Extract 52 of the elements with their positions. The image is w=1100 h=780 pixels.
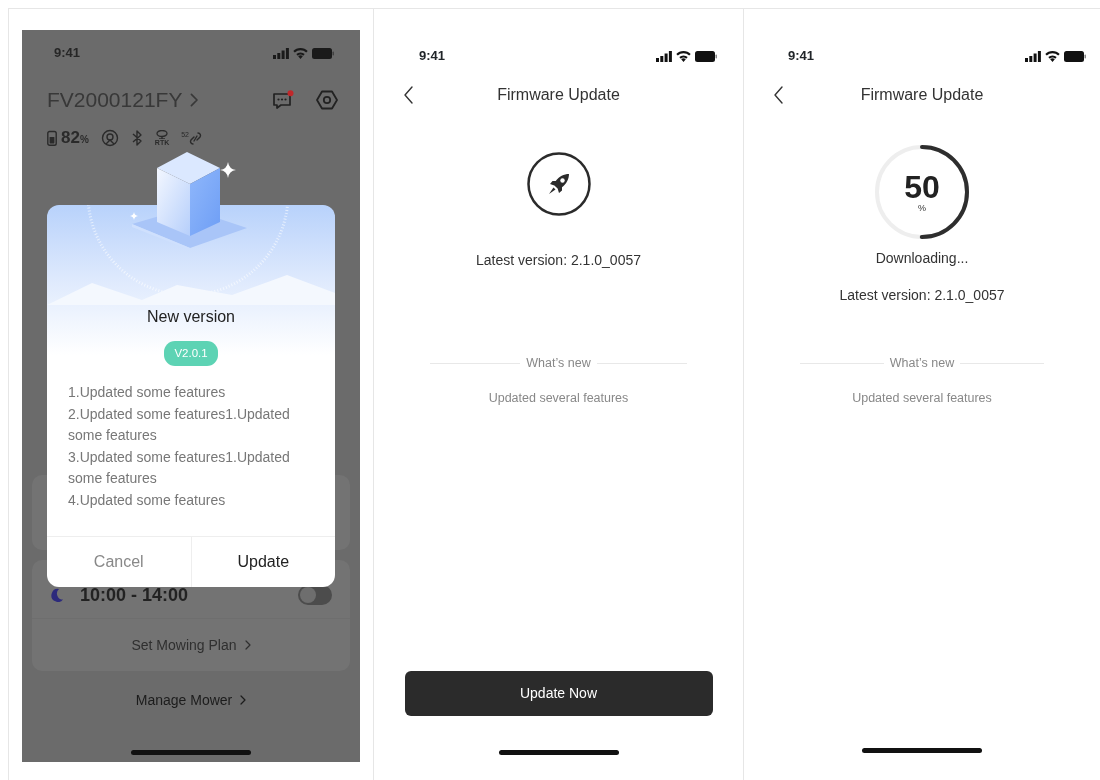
plan-link[interactable]: Set Mowing Plan — [131, 634, 237, 656]
wifi-icon — [293, 47, 308, 59]
moon-icon — [50, 588, 64, 602]
battery-icon — [695, 50, 717, 62]
battery-icon — [47, 130, 57, 146]
status-time: 9:41 — [419, 47, 446, 66]
antenna-icon — [155, 129, 169, 139]
chevron-icon — [244, 640, 251, 650]
sparkle-icon — [220, 162, 236, 178]
section-heading: What’s new — [525, 355, 592, 372]
message-icon[interactable] — [272, 90, 294, 110]
wifi-icon — [676, 50, 691, 62]
toggle-switch[interactable] — [298, 585, 332, 605]
rocket-icon — [526, 152, 591, 216]
status-time: 9:41 — [54, 44, 81, 63]
screen-title: Firmware Update — [860, 85, 984, 105]
release-note: 2.Updated some features1.Updated some features — [68, 404, 291, 446]
release-note: 3.Updated some features1.Updated some features — [68, 447, 291, 489]
signal-icon — [273, 47, 289, 59]
battery-icon — [312, 47, 334, 59]
screen-title: Firmware Update — [497, 85, 620, 105]
version-badge: V2.0.1 — [164, 341, 218, 367]
progress-value: 50 — [904, 171, 940, 203]
download-status: Downloading... — [875, 249, 969, 268]
battery-icon — [1064, 50, 1086, 62]
battery-percent: 82 — [61, 127, 80, 150]
bluetooth-icon — [130, 129, 143, 147]
update-button[interactable]: Update — [190, 537, 335, 587]
settings-icon[interactable] — [316, 89, 338, 111]
back-icon[interactable] — [404, 86, 414, 104]
battery-unit: % — [79, 134, 89, 148]
update-now-button[interactable]: Update Now — [404, 671, 713, 716]
signal-icon — [1025, 50, 1041, 62]
version-text: Latest version: 2.1.0_0057 — [476, 251, 641, 270]
signal-icon — [656, 50, 672, 62]
release-note: Updated several features — [488, 389, 629, 407]
wifi-icon — [1045, 50, 1060, 62]
sparkle-icon — [130, 212, 138, 220]
status-time: 9:41 — [788, 47, 815, 66]
release-note: 1.Updated some features — [68, 383, 227, 403]
version-text: Latest version: 2.1.0_0057 — [839, 286, 1005, 305]
location-icon — [100, 129, 119, 147]
progress-unit: % — [918, 203, 926, 213]
chevron-icon — [240, 695, 247, 705]
link-icon — [189, 130, 202, 146]
release-note: 4.Updated some features — [68, 490, 227, 510]
chevron-icon — [190, 93, 199, 107]
release-note: Updated several features — [852, 389, 992, 407]
dialog-title: New version — [146, 307, 236, 327]
back-icon[interactable] — [774, 86, 784, 104]
section-heading: What’s new — [888, 355, 956, 372]
manage-link[interactable]: Manage Mower — [135, 689, 233, 711]
